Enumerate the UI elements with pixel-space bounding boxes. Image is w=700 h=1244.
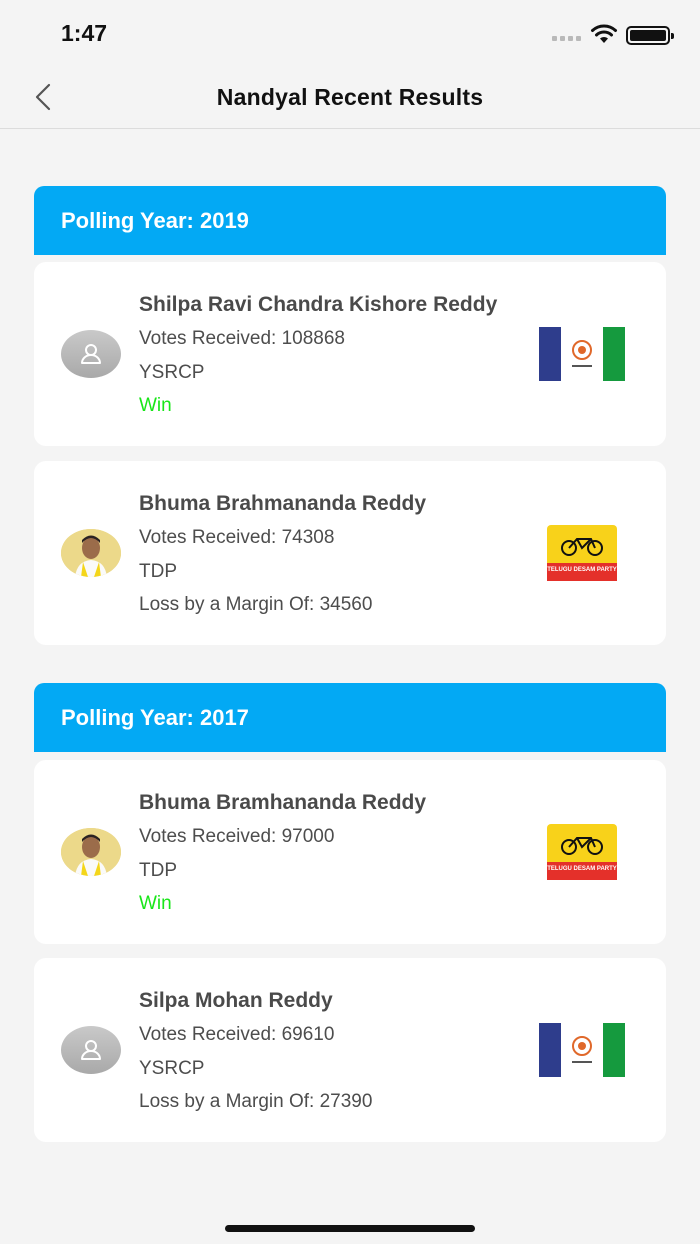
battery-icon	[626, 26, 674, 45]
party-name: TDP	[139, 860, 177, 881]
tdp-bicycle-logo: TELUGU DESAM PARTY	[547, 824, 617, 880]
wifi-icon	[591, 24, 617, 43]
result-status: Loss by a Margin Of: 27390	[139, 1091, 373, 1112]
candidate-name: Shilpa Ravi Chandra Kishore Reddy	[139, 293, 498, 316]
votes-received: Votes Received: 74308	[139, 527, 335, 548]
home-indicator[interactable]	[225, 1225, 475, 1232]
party-name: TDP	[139, 561, 177, 582]
result-status: Win	[139, 893, 172, 914]
polling-year-header: Polling Year: 2017	[34, 683, 666, 752]
page-title: Nandyal Recent Results	[216, 84, 484, 110]
result-status: Loss by a Margin Of: 34560	[139, 594, 373, 615]
candidate-name: Bhuma Bramhananda Reddy	[139, 791, 427, 814]
svg-text:TELUGU DESAM PARTY: TELUGU DESAM PARTY	[547, 866, 617, 872]
person-placeholder-icon	[61, 1026, 121, 1074]
status-time: 1:47	[61, 20, 108, 46]
status-bar: 1:47	[0, 0, 700, 68]
votes-received: Votes Received: 97000	[139, 826, 335, 847]
navigation-bar: Nandyal Recent Results	[0, 68, 700, 129]
party-name: YSRCP	[139, 1058, 205, 1079]
candidate-card[interactable]: Bhuma Bramhananda Reddy Votes Received: …	[34, 760, 666, 944]
candidate-photo	[61, 828, 121, 876]
party-name: YSRCP	[139, 362, 205, 383]
votes-received: Votes Received: 108868	[139, 328, 345, 349]
candidate-card[interactable]: Shilpa Ravi Chandra Kishore Reddy Votes …	[34, 262, 666, 446]
polling-year-header: Polling Year: 2019	[34, 186, 666, 255]
candidate-photo	[61, 529, 121, 577]
candidate-card[interactable]: Silpa Mohan Reddy Votes Received: 69610 …	[34, 958, 666, 1142]
tdp-bicycle-logo: TELUGU DESAM PARTY	[547, 525, 617, 581]
ysrcp-flag-logo	[539, 1023, 625, 1077]
candidate-name: Silpa Mohan Reddy	[139, 989, 333, 1012]
candidate-card[interactable]: Bhuma Brahmananda Reddy Votes Received: …	[34, 461, 666, 645]
result-status: Win	[139, 395, 172, 416]
ysrcp-flag-logo	[539, 327, 625, 381]
votes-received: Votes Received: 69610	[139, 1024, 335, 1045]
svg-text:TELUGU DESAM PARTY: TELUGU DESAM PARTY	[547, 567, 617, 573]
candidate-name: Bhuma Brahmananda Reddy	[139, 492, 427, 515]
cellular-signal-icon	[552, 36, 581, 41]
person-placeholder-icon	[61, 330, 121, 378]
